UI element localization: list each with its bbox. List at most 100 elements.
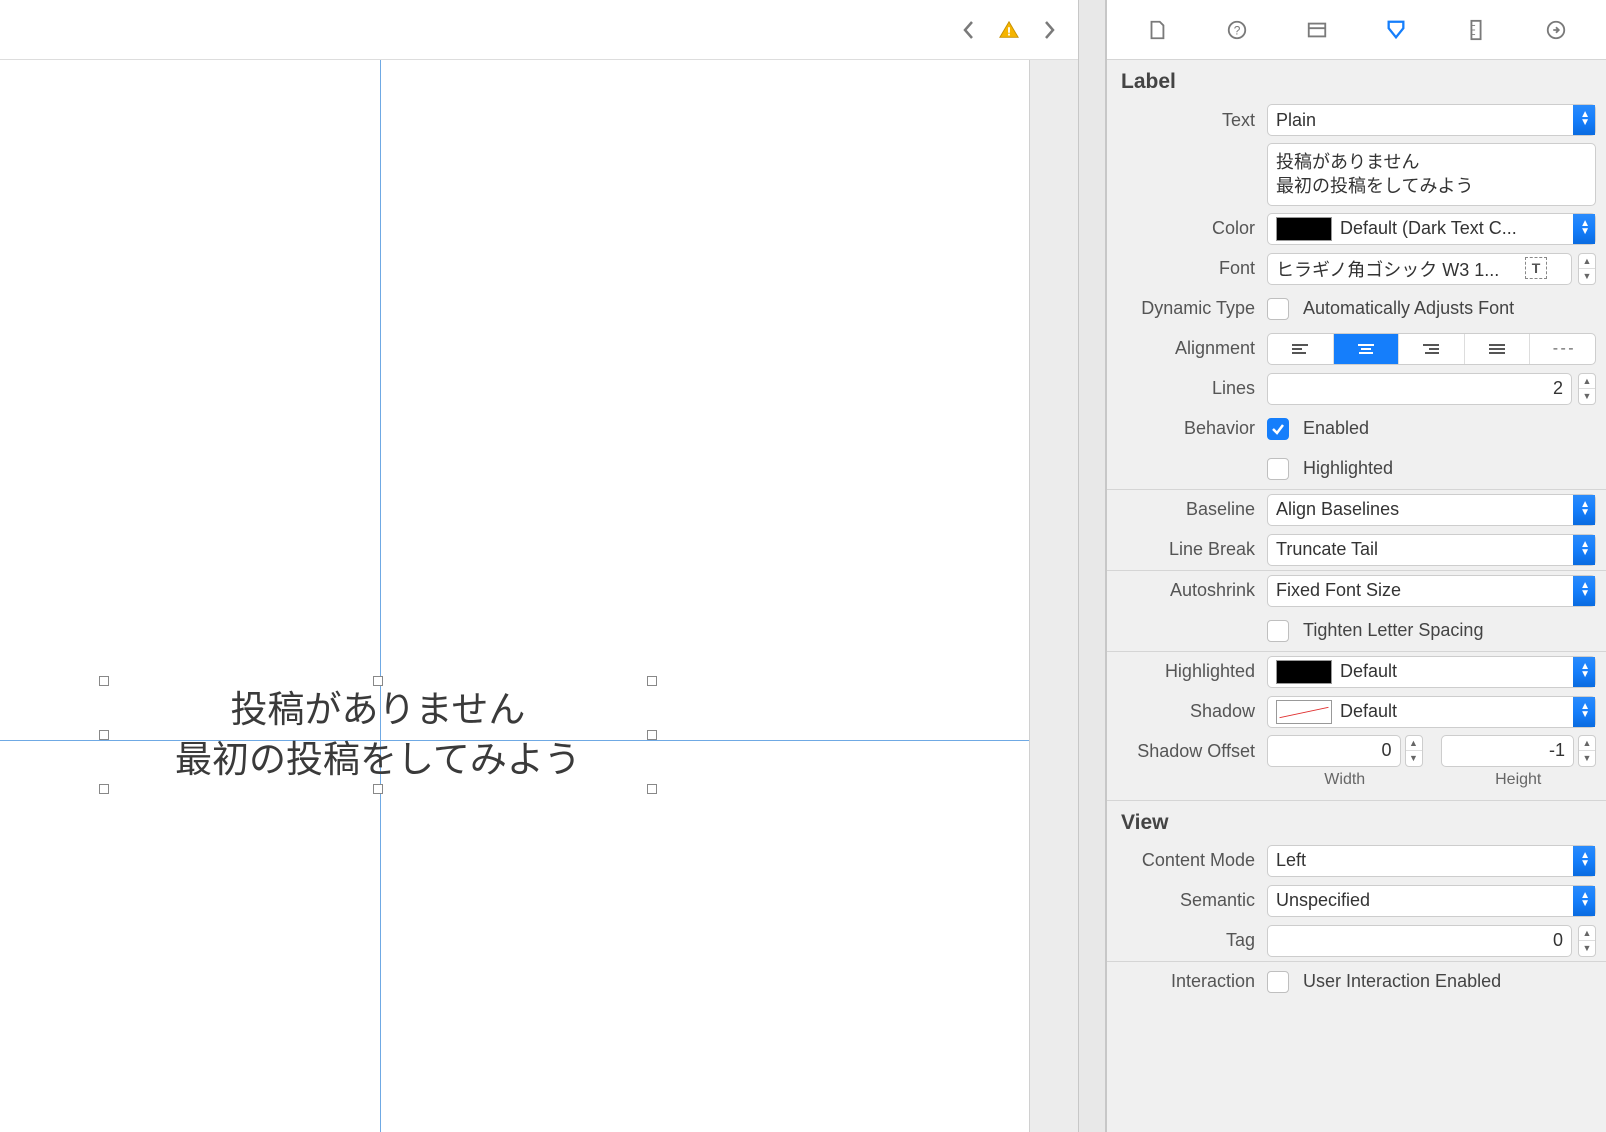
font-value: ヒラギノ角ゴシック W3 1... bbox=[1276, 256, 1499, 282]
handle-bc[interactable] bbox=[373, 784, 383, 794]
app-root: 投稿がありません 最初の投稿をしてみよう bbox=[0, 0, 1606, 1132]
baseline-value: Align Baselines bbox=[1276, 499, 1399, 520]
highlighted-color-row: Highlighted Default▲▼ bbox=[1107, 652, 1606, 692]
shadow-width-value: 0 bbox=[1381, 740, 1391, 761]
nav-forward-button[interactable] bbox=[1038, 19, 1060, 41]
inspector-tabs: ? bbox=[1107, 0, 1606, 60]
align-left-button[interactable] bbox=[1268, 334, 1334, 364]
dyntype-check-label: Automatically Adjusts Font bbox=[1303, 298, 1514, 319]
highlighted-check-row: Highlighted bbox=[1107, 449, 1606, 489]
shadow-height-input[interactable]: -1 bbox=[1441, 735, 1575, 767]
dyntype-checkbox[interactable] bbox=[1267, 298, 1289, 320]
font-row: Font ヒラギノ角ゴシック W3 1... T ▲▼ bbox=[1107, 249, 1606, 289]
handle-tl[interactable] bbox=[99, 676, 109, 686]
autoshrink-select[interactable]: Fixed Font Size▲▼ bbox=[1267, 575, 1596, 607]
font-picker-icon[interactable]: T bbox=[1525, 257, 1547, 279]
attributes-inspector-tab[interactable] bbox=[1380, 14, 1412, 46]
color-value: Default (Dark Text C... bbox=[1340, 218, 1517, 239]
lines-label: Lines bbox=[1107, 378, 1267, 399]
device-canvas[interactable]: 投稿がありません 最初の投稿をしてみよう bbox=[0, 60, 1030, 1132]
color-swatch bbox=[1276, 217, 1332, 241]
lines-row: Lines 2 ▲▼ bbox=[1107, 369, 1606, 409]
font-select[interactable]: ヒラギノ角ゴシック W3 1... T bbox=[1267, 253, 1572, 285]
interaction-label: Interaction bbox=[1107, 971, 1267, 992]
semantic-label: Semantic bbox=[1107, 890, 1267, 911]
svg-text:?: ? bbox=[1233, 23, 1240, 37]
behavior-label: Behavior bbox=[1107, 418, 1267, 439]
tag-row: Tag 0 ▲▼ bbox=[1107, 921, 1606, 961]
contentmode-value: Left bbox=[1276, 850, 1306, 871]
canvas-toolbar bbox=[0, 0, 1078, 60]
handle-ml[interactable] bbox=[99, 730, 109, 740]
handle-bl[interactable] bbox=[99, 784, 109, 794]
highlighted-check-label: Highlighted bbox=[1303, 458, 1393, 479]
inspector-body: Label Text Plain ▲▼ 投稿がありません 最初の投稿をしてみよう… bbox=[1107, 60, 1606, 1132]
tag-value: 0 bbox=[1553, 930, 1563, 951]
selected-label[interactable]: 投稿がありません 最初の投稿をしてみよう bbox=[108, 685, 648, 785]
handle-tc[interactable] bbox=[373, 676, 383, 686]
alignment-label: Alignment bbox=[1107, 338, 1267, 359]
shadow-row: Shadow Default▲▼ bbox=[1107, 692, 1606, 732]
contentmode-label: Content Mode bbox=[1107, 850, 1267, 871]
lines-input[interactable]: 2 bbox=[1267, 373, 1572, 405]
help-inspector-tab[interactable]: ? bbox=[1221, 14, 1253, 46]
highlighted-checkbox[interactable] bbox=[1267, 458, 1289, 480]
selection-handles[interactable] bbox=[104, 681, 652, 789]
text-value-input[interactable]: 投稿がありません 最初の投稿をしてみよう bbox=[1267, 143, 1596, 206]
size-inspector-tab[interactable] bbox=[1460, 14, 1492, 46]
handle-tr[interactable] bbox=[647, 676, 657, 686]
highlighted-color-select[interactable]: Default▲▼ bbox=[1267, 656, 1596, 688]
semantic-select[interactable]: Unspecified▲▼ bbox=[1267, 885, 1596, 917]
align-justify-button[interactable] bbox=[1465, 334, 1531, 364]
autoshrink-value: Fixed Font Size bbox=[1276, 580, 1401, 601]
linebreak-select[interactable]: Truncate Tail▲▼ bbox=[1267, 534, 1596, 566]
inspector-panel: ? Label Text Plain ▲▼ 投稿がありません 最 bbox=[1106, 0, 1606, 1132]
font-size-stepper[interactable]: ▲▼ bbox=[1578, 253, 1596, 285]
shadow-label: Shadow bbox=[1107, 701, 1267, 722]
tag-input[interactable]: 0 bbox=[1267, 925, 1572, 957]
file-inspector-tab[interactable] bbox=[1141, 14, 1173, 46]
text-label: Text bbox=[1107, 110, 1267, 131]
connections-inspector-tab[interactable] bbox=[1540, 14, 1572, 46]
nav-back-button[interactable] bbox=[958, 19, 980, 41]
outline-gutter[interactable] bbox=[1078, 0, 1106, 1132]
shadow-width-input[interactable]: 0 bbox=[1267, 735, 1401, 767]
align-right-button[interactable] bbox=[1399, 334, 1465, 364]
handle-mr[interactable] bbox=[647, 730, 657, 740]
userinteraction-checkbox[interactable] bbox=[1267, 971, 1289, 993]
behavior-row: Behavior Enabled bbox=[1107, 409, 1606, 449]
align-natural-button[interactable]: - - - bbox=[1530, 334, 1595, 364]
canvas-column: 投稿がありません 最初の投稿をしてみよう bbox=[0, 0, 1078, 1132]
color-select[interactable]: Default (Dark Text C... ▲▼ bbox=[1267, 213, 1596, 245]
shadow-height-stepper[interactable]: ▲▼ bbox=[1578, 735, 1596, 767]
dyntype-label: Dynamic Type bbox=[1107, 298, 1267, 319]
contentmode-select[interactable]: Left▲▼ bbox=[1267, 845, 1596, 877]
text-type-row: Text Plain ▲▼ bbox=[1107, 100, 1606, 140]
handle-br[interactable] bbox=[647, 784, 657, 794]
warning-icon[interactable] bbox=[998, 19, 1020, 41]
text-type-select[interactable]: Plain ▲▼ bbox=[1267, 104, 1596, 136]
baseline-select[interactable]: Align Baselines▲▼ bbox=[1267, 494, 1596, 526]
dyntype-row: Dynamic Type Automatically Adjusts Font bbox=[1107, 289, 1606, 329]
shadow-select[interactable]: Default▲▼ bbox=[1267, 696, 1596, 728]
shadow-width-sublabel: Width bbox=[1324, 771, 1365, 789]
font-label: Font bbox=[1107, 258, 1267, 279]
highlighted-value: Default bbox=[1340, 661, 1397, 682]
tighten-label: Tighten Letter Spacing bbox=[1303, 620, 1483, 641]
interaction-row: Interaction User Interaction Enabled bbox=[1107, 962, 1606, 1002]
enabled-checkbox[interactable] bbox=[1267, 418, 1289, 440]
semantic-value: Unspecified bbox=[1276, 890, 1370, 911]
canvas-area[interactable]: 投稿がありません 最初の投稿をしてみよう bbox=[0, 60, 1078, 1132]
lines-stepper[interactable]: ▲▼ bbox=[1578, 373, 1596, 405]
tag-stepper[interactable]: ▲▼ bbox=[1578, 925, 1596, 957]
tighten-checkbox[interactable] bbox=[1267, 620, 1289, 642]
highlighted-swatch bbox=[1276, 660, 1332, 684]
identity-inspector-tab[interactable] bbox=[1301, 14, 1333, 46]
text-type-value: Plain bbox=[1276, 110, 1316, 131]
align-center-button[interactable] bbox=[1334, 334, 1400, 364]
shadow-width-stepper[interactable]: ▲▼ bbox=[1405, 735, 1423, 767]
contentmode-row: Content Mode Left▲▼ bbox=[1107, 841, 1606, 881]
text-value-content: 投稿がありません 最初の投稿をしてみよう bbox=[1276, 152, 1473, 196]
tighten-row: Tighten Letter Spacing bbox=[1107, 611, 1606, 651]
color-label: Color bbox=[1107, 218, 1267, 239]
